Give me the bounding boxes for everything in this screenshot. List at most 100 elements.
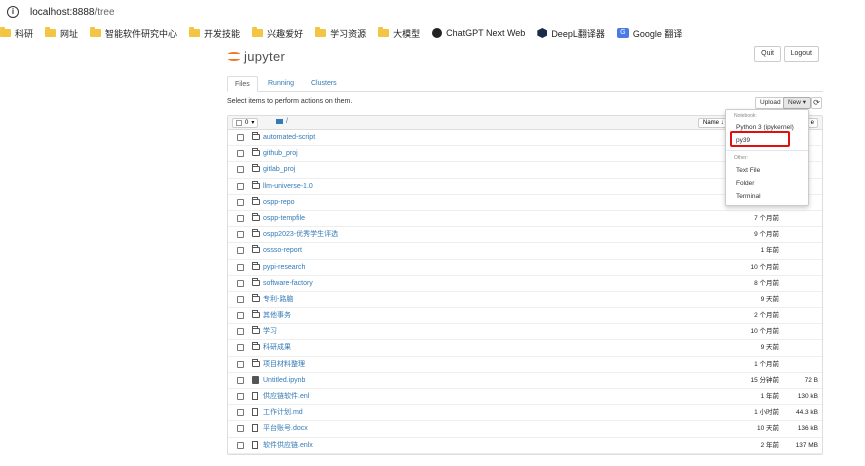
file-name-link[interactable]: software-factory (263, 278, 313, 290)
row-checkbox[interactable] (237, 134, 244, 141)
row-checkbox[interactable] (237, 182, 244, 190)
chatgpt-icon (432, 28, 443, 38)
file-name-link[interactable]: ospp-repo (263, 197, 295, 209)
file-name-link[interactable]: 其他事务 (263, 310, 291, 322)
file-name-link[interactable]: 工作计划.md (263, 407, 303, 419)
file-row[interactable]: 平台账号.docx 10 天前 136 kB (228, 421, 822, 438)
folder-icon (252, 245, 260, 254)
file-modified: 2 个月前 (754, 312, 779, 320)
file-name-link[interactable]: ospp2023-优秀学生评选 (263, 229, 338, 241)
folder-icon (45, 27, 57, 37)
folder-icon (276, 118, 283, 124)
jupyter-logo[interactable]: jupyter (227, 48, 285, 64)
file-row[interactable]: 供应链软件.enl 1 年前 130 kB (228, 389, 822, 406)
row-checkbox[interactable] (237, 231, 244, 239)
bookmark-item[interactable]: 开发技能 (189, 27, 240, 40)
row-checkbox[interactable] (237, 344, 244, 352)
bookmark-item[interactable]: 智能软件研究中心 (90, 27, 177, 40)
row-checkbox[interactable] (237, 198, 244, 206)
bookmark-item[interactable]: 兴趣爱好 (252, 27, 303, 40)
row-checkbox[interactable] (237, 360, 244, 368)
folder-icon (252, 148, 260, 157)
file-row[interactable]: 其他事务 2 个月前 (228, 308, 822, 325)
row-checkbox[interactable] (237, 393, 244, 400)
row-checkbox[interactable] (237, 441, 244, 449)
row-checkbox[interactable] (237, 328, 244, 336)
file-name-link[interactable]: llm-universe-1.0 (263, 181, 313, 193)
file-row[interactable]: 工作计划.md 1 小时前 44.3 kB (228, 405, 822, 422)
file-row[interactable]: 学习 10 个月前 (228, 324, 822, 341)
file-name-link[interactable]: automated-script (263, 132, 315, 144)
file-name-link[interactable]: 平台账号.docx (263, 423, 308, 435)
row-checkbox[interactable] (237, 263, 244, 271)
highlight-box (730, 131, 790, 147)
breadcrumb[interactable]: / (276, 118, 288, 125)
file-row[interactable]: 科研成果 9 天前 (228, 340, 822, 357)
file-size: 44.3 kB (795, 409, 818, 417)
breadcrumb-root: / (286, 118, 288, 125)
logout-button[interactable]: Logout (783, 46, 819, 62)
file-name-link[interactable]: Untitled.ipynb (263, 375, 305, 387)
tab-running[interactable]: Running (261, 76, 301, 92)
file-name-link[interactable]: 软件供应链.enlx (263, 440, 313, 452)
dropdown-item-python3[interactable]: Python 3 (ipykernel) (736, 124, 794, 131)
row-checkbox[interactable] (237, 166, 244, 174)
file-name-link[interactable]: github_proj (263, 148, 298, 160)
file-row[interactable]: 软件供应链.enlx 2 年前 137 MB (228, 438, 822, 454)
row-checkbox[interactable] (237, 279, 244, 287)
file-name-link[interactable]: 项目材料整理 (263, 359, 305, 371)
file-name-link[interactable]: ossso-report (263, 245, 302, 257)
row-checkbox[interactable] (237, 247, 244, 255)
file-row[interactable]: software-factory 8 个月前 (228, 276, 822, 292)
row-checkbox[interactable] (237, 376, 244, 384)
file-name-link[interactable]: ospp-tempfile (263, 213, 305, 225)
bookmark-item[interactable]: DeepL翻译器 (537, 27, 605, 40)
file-row[interactable]: ospp-tempfile 7 个月前 (228, 211, 822, 228)
bookmark-item[interactable]: 科研 (0, 27, 33, 40)
folder-icon (189, 27, 201, 37)
row-checkbox[interactable] (237, 312, 244, 320)
file-modified: 1 个月前 (754, 360, 779, 368)
tab-clusters[interactable]: Clusters (304, 76, 344, 92)
bookmark-item[interactable]: 网址 (45, 27, 78, 40)
info-icon[interactable]: i (7, 6, 19, 18)
file-row[interactable]: ossso-report 1 年前 (228, 243, 822, 260)
folder-icon (252, 229, 260, 238)
address-bar[interactable]: i localhost:8888/tree (0, 0, 865, 24)
file-name-link[interactable]: 科研成果 (263, 342, 291, 354)
file-name-link[interactable]: gitlab_proj (263, 164, 295, 176)
bookmark-item[interactable]: ChatGPT Next Web (432, 28, 525, 38)
file-row[interactable]: pypi-research 10 个月前 (228, 260, 822, 276)
row-checkbox[interactable] (237, 295, 244, 303)
select-all-dropdown[interactable]: 0 ▾ (232, 118, 259, 128)
file-row[interactable]: ospp2023-优秀学生评选 9 个月前 (228, 227, 822, 244)
file-name-link[interactable]: pypi-research (263, 262, 305, 274)
dropdown-item-text-file[interactable]: Text File (736, 167, 760, 174)
new-button[interactable]: New ▾ (783, 97, 812, 109)
file-row[interactable]: 专利-路脑 9 天前 (228, 292, 822, 309)
file-name-link[interactable]: 供应链软件.enl (263, 391, 309, 403)
file-name-link[interactable]: 学习 (263, 326, 277, 338)
file-row[interactable]: 项目材料整理 1 个月前 (228, 357, 822, 373)
url-text[interactable]: localhost:8888/tree (30, 7, 115, 18)
select-all-checkbox[interactable] (236, 120, 242, 126)
quit-button[interactable]: Quit (754, 46, 781, 62)
url-host: localhost:8888 (30, 6, 95, 18)
bookmark-item[interactable]: G Google 翻译 (616, 27, 682, 40)
refresh-icon[interactable]: ⟳ (811, 97, 822, 109)
upload-button[interactable]: Upload (755, 97, 786, 109)
dropdown-item-terminal[interactable]: Terminal (736, 193, 761, 200)
file-row[interactable]: Untitled.ipynb 15 分钟前 72 B (228, 373, 822, 389)
file-name-link[interactable]: 专利-路脑 (263, 294, 293, 306)
row-checkbox[interactable] (237, 150, 244, 158)
file-modified: 1 年前 (760, 247, 779, 255)
row-checkbox[interactable] (237, 425, 244, 433)
bookmark-item[interactable]: 大模型 (378, 27, 420, 40)
folder-icon (252, 342, 260, 351)
bookmark-item[interactable]: 学习资源 (315, 27, 366, 40)
row-checkbox[interactable] (237, 214, 244, 222)
bookmarks-bar: 科研 网址 智能软件研究中心 开发技能 兴趣爱好 学习资源 大模型 ChatGPT Next … (0, 24, 865, 42)
dropdown-item-folder[interactable]: Folder (736, 180, 754, 187)
tab-files[interactable]: Files (227, 76, 258, 92)
row-checkbox[interactable] (237, 409, 244, 417)
